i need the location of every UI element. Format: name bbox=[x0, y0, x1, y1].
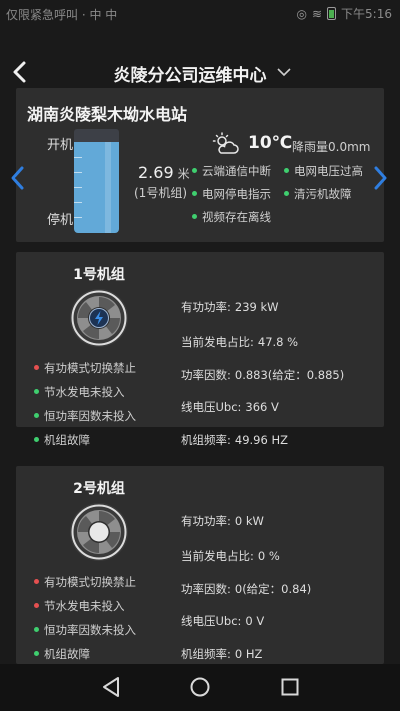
status-dot bbox=[192, 214, 197, 219]
unit-card-2[interactable]: 2号机组 有功模式切换禁止 节水发电未投入 恒功率因数未投入 机组故障 有功功率… bbox=[16, 466, 384, 664]
nav-home-icon[interactable] bbox=[189, 676, 211, 698]
prev-station-icon[interactable] bbox=[9, 165, 27, 191]
water-level-value: 2.69 米 bbox=[138, 163, 190, 182]
unit1-alarm-water-saving: 节水发电未投入 bbox=[34, 384, 125, 400]
unit2-line-voltage: 线电压Ubc: 0 V bbox=[181, 614, 265, 628]
unit1-alarm-active-mode-switch: 有功模式切换禁止 bbox=[34, 360, 136, 376]
battery-icon bbox=[327, 7, 337, 20]
status-dot bbox=[34, 579, 39, 584]
status-dot bbox=[34, 365, 39, 370]
unit2-alarm-water-saving: 节水发电未投入 bbox=[34, 598, 125, 614]
water-level-gauge bbox=[74, 129, 119, 233]
app-header: 炎陵分公司运维中心 bbox=[0, 52, 400, 92]
unit2-active-power: 有功功率: 0 kW bbox=[181, 514, 264, 528]
unit1-alarm-constant-pf: 恒功率因数未投入 bbox=[34, 408, 136, 424]
cloudy-sun-icon bbox=[212, 132, 239, 154]
unit2-alarm-constant-pf: 恒功率因数未投入 bbox=[34, 622, 136, 638]
status-dot bbox=[34, 627, 39, 632]
unit-title: 1号机组 bbox=[73, 267, 125, 283]
location-icon: ◎ bbox=[296, 6, 307, 21]
alarm-cloud-comm: 云端通信中断 bbox=[192, 163, 271, 179]
unit2-generation-share: 当前发电占比: 0 % bbox=[181, 549, 280, 563]
unit1-active-power: 有功功率: 239 kW bbox=[181, 300, 279, 314]
status-icons: ◎ ≋ 下午5:16 bbox=[297, 5, 393, 22]
system-nav-bar bbox=[0, 664, 400, 711]
status-dot bbox=[34, 603, 39, 608]
nav-back-icon[interactable] bbox=[101, 676, 121, 698]
status-dot bbox=[192, 168, 197, 173]
unit1-generation-share: 当前发电占比: 47.8 % bbox=[181, 335, 299, 349]
chevron-down-icon[interactable] bbox=[276, 64, 292, 80]
status-dot bbox=[34, 437, 39, 442]
status-dot bbox=[34, 413, 39, 418]
label-stopped: 停机 bbox=[47, 213, 74, 228]
unit-title: 2号机组 bbox=[73, 481, 125, 497]
unit-card-1[interactable]: 1号机组 有功模式切换禁止 节水发电未投入 恒功率因数未投入 机组故障 有功功率… bbox=[16, 252, 384, 447]
unit1-frequency: 机组频率: 49.96 HZ bbox=[181, 433, 288, 447]
alarm-video-offline: 视频存在离线 bbox=[192, 209, 271, 225]
gauge-water bbox=[74, 142, 119, 233]
station-card: 湖南炎陵梨木坳水电站 开机 停机 2.69 米 (1号机组) 10℃ 降雨量0.0… bbox=[16, 88, 384, 242]
temperature: 10℃ bbox=[248, 133, 293, 153]
status-dot bbox=[284, 191, 289, 196]
alarm-trash-rack-cleaner: 清污机故障 bbox=[284, 186, 352, 202]
page-title[interactable]: 炎陵分公司运维中心 bbox=[0, 61, 400, 86]
status-bar: 仅限紧急呼叫 · 中 中 ◎ ≋ 下午5:16 bbox=[0, 0, 400, 28]
carrier-text: 仅限紧急呼叫 · 中 中 bbox=[6, 8, 118, 22]
next-station-icon[interactable] bbox=[371, 165, 389, 191]
turbine-stopped-icon bbox=[70, 503, 128, 561]
status-time: 下午5:16 bbox=[341, 7, 392, 21]
turbine-running-icon bbox=[70, 289, 128, 347]
gauge-cap bbox=[74, 129, 119, 142]
unit2-alarm-unit-fault: 机组故障 bbox=[34, 646, 90, 662]
label-running: 开机 bbox=[47, 138, 74, 153]
unit1-power-factor: 功率因数: 0.883(给定：0.885) bbox=[181, 368, 345, 382]
status-dot bbox=[34, 651, 39, 656]
wifi-icon: ≋ bbox=[311, 6, 323, 21]
alarm-grid-outage: 电网停电指示 bbox=[192, 186, 271, 202]
unit2-power-factor: 功率因数: 0(给定：0.84) bbox=[181, 582, 312, 596]
unit2-alarm-active-mode-switch: 有功模式切换禁止 bbox=[34, 574, 136, 590]
unit1-line-voltage: 线电压Ubc: 366 V bbox=[181, 400, 279, 414]
water-level-unit-name: (1号机组) bbox=[134, 186, 187, 200]
nav-recents-icon[interactable] bbox=[280, 676, 300, 698]
station-name: 湖南炎陵梨木坳水电站 bbox=[27, 105, 188, 124]
unit1-alarm-unit-fault: 机组故障 bbox=[34, 432, 90, 448]
rainfall: 降雨量0.0mm bbox=[292, 140, 371, 154]
status-dot bbox=[34, 389, 39, 394]
alarm-grid-overvoltage: 电网电压过高 bbox=[284, 163, 363, 179]
unit2-frequency: 机组频率: 0 HZ bbox=[181, 647, 263, 661]
status-dot bbox=[192, 191, 197, 196]
status-dot bbox=[284, 168, 289, 173]
